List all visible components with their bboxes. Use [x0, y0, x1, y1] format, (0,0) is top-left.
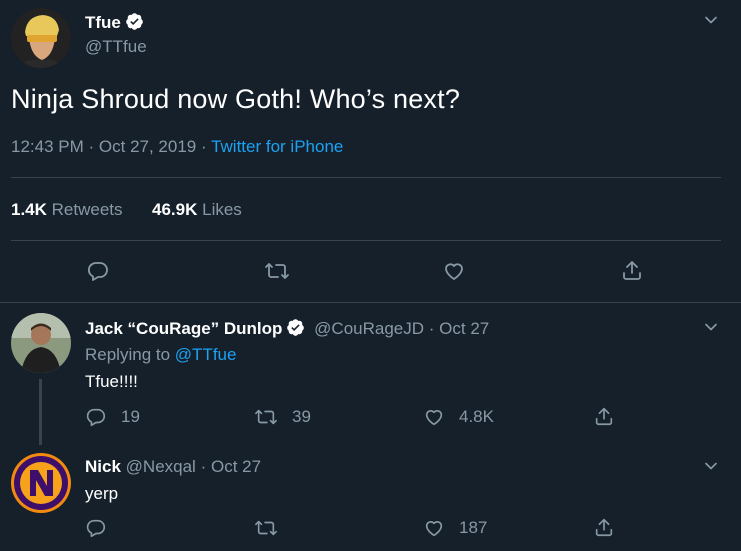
tweet-date[interactable]: Oct 27, 2019	[99, 137, 196, 156]
reply-date[interactable]: Oct 27	[439, 319, 489, 338]
retweets-stat[interactable]: 1.4K Retweets	[11, 200, 123, 219]
reply-header: Jack “CouRage” Dunlop @CouRageJD · Oct 2…	[85, 318, 489, 339]
tweet-time[interactable]: 12:43 PM	[11, 137, 84, 156]
author-name[interactable]: Tfue	[85, 13, 121, 32]
like-button[interactable]: 4.8K	[423, 406, 494, 428]
reply-button[interactable]: 19	[85, 406, 140, 428]
tweet-source-link[interactable]: Twitter for iPhone	[211, 137, 343, 156]
share-icon[interactable]	[593, 516, 615, 538]
meta-separator: ·	[200, 137, 207, 156]
reply-count: 19	[121, 407, 140, 426]
tweet-stats: 1.4K Retweets 46.9K Likes	[11, 200, 242, 220]
thread-line	[39, 379, 42, 445]
reply-text: Tfue!!!!	[85, 372, 138, 391]
nick-avatar[interactable]	[11, 453, 71, 513]
divider	[0, 302, 741, 303]
retweet-icon[interactable]	[264, 259, 290, 283]
likes-count: 46.9K	[152, 200, 198, 219]
likes-label: Likes	[202, 200, 242, 219]
share-icon[interactable]	[620, 258, 644, 282]
reply-icon[interactable]	[86, 259, 110, 283]
author-name[interactable]: Jack “CouRage” Dunlop	[85, 319, 282, 338]
tfue-avatar[interactable]	[11, 8, 71, 68]
author-handle[interactable]: @CouRageJD	[314, 319, 424, 338]
retweet-count: 39	[292, 407, 311, 426]
replying-handle-link[interactable]: @TTfue	[175, 345, 237, 364]
divider	[11, 177, 721, 178]
chevron-down-icon[interactable]	[701, 10, 721, 30]
reply-icon[interactable]	[85, 517, 107, 539]
likes-stat[interactable]: 46.9K Likes	[152, 200, 242, 219]
like-icon	[423, 406, 445, 428]
reply-text: yerp	[85, 484, 119, 503]
tfue-name-row: Tfue	[85, 12, 144, 33]
meta-separator: ·	[88, 137, 95, 156]
courage-avatar[interactable]	[11, 313, 71, 373]
like-icon	[423, 517, 445, 539]
author-handle[interactable]: @Nexqal	[126, 457, 196, 476]
share-icon[interactable]	[593, 405, 615, 427]
retweet-button[interactable]: 39	[254, 406, 311, 428]
retweets-label: Retweets	[51, 200, 123, 219]
tweet-text: Ninja Shroud now Goth! Who’s next?	[11, 84, 461, 114]
replying-prefix: Replying to	[85, 345, 171, 364]
tweet-meta: 12:43 PM · Oct 27, 2019 · Twitter for iP…	[11, 137, 343, 157]
retweet-icon[interactable]	[254, 517, 278, 539]
verified-badge-icon	[286, 318, 305, 337]
chevron-down-icon[interactable]	[701, 317, 721, 337]
meta-separator: ·	[428, 319, 435, 338]
reply-header: Nick @Nexqal · Oct 27	[85, 457, 261, 477]
replying-to: Replying to @TTfue	[85, 345, 236, 365]
reply-icon	[85, 406, 107, 428]
reply-date[interactable]: Oct 27	[211, 457, 261, 476]
chevron-down-icon[interactable]	[701, 456, 721, 476]
like-count: 187	[459, 518, 488, 537]
meta-separator: ·	[200, 457, 207, 476]
author-name[interactable]: Nick	[85, 457, 121, 476]
like-count: 4.8K	[459, 407, 494, 426]
verified-badge-icon	[125, 12, 144, 31]
retweets-count: 1.4K	[11, 200, 47, 219]
like-icon[interactable]	[442, 259, 466, 283]
author-handle[interactable]: @TTfue	[85, 37, 147, 57]
divider	[11, 240, 721, 241]
retweet-icon	[254, 406, 278, 428]
like-button[interactable]: 187	[423, 517, 487, 539]
